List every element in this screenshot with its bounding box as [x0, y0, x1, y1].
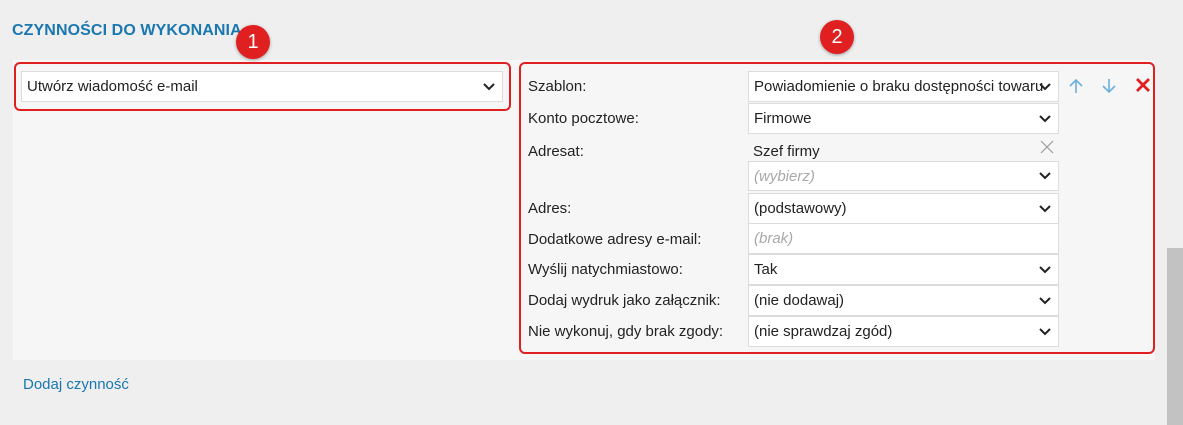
wydruk-value: (nie dodawaj)	[754, 292, 845, 309]
adresat-value: Szef firmy	[753, 143, 820, 160]
chevron-down-icon	[1039, 296, 1051, 304]
annotation-badge-2: 2	[820, 20, 854, 54]
zgoda-label: Nie wykonuj, gdy brak zgody:	[528, 323, 724, 340]
adres-label: Adres:	[528, 200, 572, 217]
annotation-badge-1: 1	[236, 25, 270, 59]
wyslij-label: Wyślij natychmiastowo:	[528, 261, 683, 278]
chevron-down-icon	[1039, 327, 1051, 335]
remove-recipient-icon[interactable]	[1039, 139, 1055, 155]
arrow-down-icon[interactable]	[1100, 77, 1118, 95]
chevron-down-icon	[1039, 172, 1051, 180]
dodatkowe-label: Dodatkowe adresy e-mail:	[528, 231, 702, 248]
add-action-link[interactable]: Dodaj czynność	[23, 376, 129, 393]
adres-select[interactable]: (podstawowy)	[748, 193, 1059, 224]
action-type-value: Utwórz wiadomość e-mail	[27, 78, 198, 95]
adres-value: (podstawowy)	[754, 200, 847, 217]
chevron-down-icon	[1039, 204, 1051, 212]
dodatkowe-input[interactable]: (brak)	[748, 223, 1059, 254]
wyslij-value: Tak	[754, 261, 778, 278]
chevron-down-icon	[1039, 114, 1051, 122]
adresat-select[interactable]: (wybierz)	[748, 161, 1059, 191]
konto-select[interactable]: Firmowe	[748, 103, 1059, 134]
adresat-select-placeholder: (wybierz)	[754, 167, 815, 185]
arrow-up-icon[interactable]	[1067, 77, 1085, 95]
action-type-select[interactable]: Utwórz wiadomość e-mail	[21, 71, 503, 102]
wydruk-label: Dodaj wydruk jako załącznik:	[528, 292, 721, 309]
chevron-down-icon	[483, 82, 495, 90]
konto-label: Konto pocztowe:	[528, 110, 639, 127]
szablon-select[interactable]: Powiadomienie o braku dostępności towaru	[748, 71, 1059, 102]
zgoda-value: (nie sprawdzaj zgód)	[754, 323, 893, 340]
dodatkowe-placeholder: (brak)	[754, 230, 794, 247]
wydruk-select[interactable]: (nie dodawaj)	[748, 285, 1059, 316]
konto-value: Firmowe	[754, 110, 812, 127]
scrollbar[interactable]	[1167, 248, 1183, 425]
zgoda-select[interactable]: (nie sprawdzaj zgód)	[748, 316, 1059, 347]
chevron-down-icon	[1039, 82, 1051, 90]
szablon-label: Szablon:	[528, 78, 587, 95]
szablon-value: Powiadomienie o braku dostępności towaru	[754, 78, 1044, 95]
chevron-down-icon	[1039, 265, 1051, 273]
wyslij-select[interactable]: Tak	[748, 254, 1059, 285]
section-title: CZYNNOŚCI DO WYKONANIA	[12, 22, 242, 39]
close-icon[interactable]	[1134, 76, 1152, 94]
adresat-label: Adresat:	[528, 143, 584, 160]
